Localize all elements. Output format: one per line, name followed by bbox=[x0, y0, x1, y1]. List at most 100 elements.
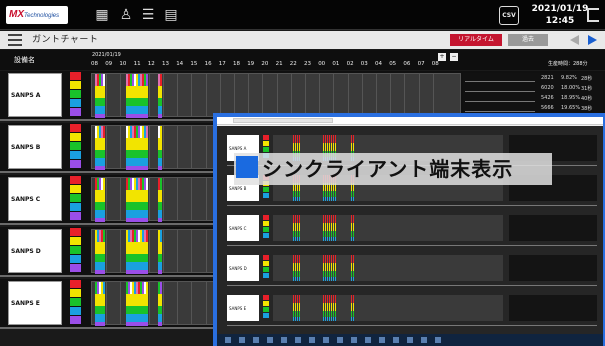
gantt-segment bbox=[323, 295, 324, 303]
gantt-segment bbox=[323, 197, 324, 201]
gantt-segment bbox=[327, 263, 328, 271]
taskbar-app-icon[interactable] bbox=[323, 337, 329, 343]
gantt-segment bbox=[297, 237, 298, 241]
taskbar-app-icon[interactable] bbox=[337, 337, 343, 343]
document-icon[interactable]: ▤ bbox=[163, 7, 179, 23]
machine-name[interactable]: SANPS D bbox=[8, 229, 62, 273]
taskbar-app-icon[interactable] bbox=[351, 337, 357, 343]
gantt-segment bbox=[103, 114, 105, 118]
taskbar-app-icon[interactable] bbox=[393, 337, 399, 343]
gantt-segment bbox=[353, 223, 354, 231]
gantt-segment bbox=[293, 143, 294, 151]
gantt-segment bbox=[299, 197, 300, 201]
gantt-segment bbox=[297, 143, 298, 151]
taskbar-app-icon[interactable] bbox=[379, 337, 385, 343]
gantt-segment bbox=[333, 143, 334, 151]
gantt-segment bbox=[160, 242, 162, 254]
grid-line bbox=[191, 74, 193, 116]
hour-tick: 14 bbox=[176, 61, 184, 67]
gantt-segment bbox=[327, 237, 328, 241]
taskbar-app-icon[interactable] bbox=[407, 337, 413, 343]
machine-name[interactable]: SANPS E bbox=[8, 281, 62, 325]
zoom-out-icon[interactable]: − bbox=[450, 53, 458, 61]
hour-tick: 07 bbox=[417, 61, 425, 67]
gantt-segment bbox=[351, 223, 352, 231]
machine-name[interactable]: SANPS A bbox=[8, 73, 62, 117]
gantt-segment bbox=[146, 126, 148, 138]
grid-line bbox=[148, 282, 150, 324]
gantt-segment bbox=[331, 303, 332, 311]
gantt-segment bbox=[160, 86, 162, 98]
taskbar-app-icon[interactable] bbox=[281, 337, 287, 343]
grid-line bbox=[106, 74, 108, 116]
machine-name[interactable]: SANPS B bbox=[8, 125, 62, 169]
status-light bbox=[70, 81, 81, 89]
csv-icon[interactable]: CSV bbox=[499, 6, 519, 25]
gantt-segment bbox=[353, 135, 354, 143]
status-light bbox=[70, 90, 81, 98]
gantt-segment bbox=[351, 263, 352, 271]
gantt-segment bbox=[103, 106, 105, 114]
grid-line bbox=[205, 178, 207, 220]
gantt-segment bbox=[160, 106, 162, 114]
grid-line bbox=[163, 74, 164, 116]
gantt-segment bbox=[335, 223, 336, 231]
machine-column-label: 設備名 bbox=[14, 56, 35, 64]
grid-line bbox=[333, 74, 335, 116]
taskbar-app-icon[interactable] bbox=[225, 337, 231, 343]
taskbar-app-icon[interactable] bbox=[365, 337, 371, 343]
gantt-segment bbox=[327, 295, 328, 303]
grid-line bbox=[177, 178, 179, 220]
gantt-segment bbox=[335, 197, 336, 201]
browser-address-bar[interactable] bbox=[233, 118, 333, 123]
gantt-segment bbox=[325, 317, 326, 321]
status-light bbox=[70, 280, 81, 288]
gantt-segment bbox=[333, 237, 334, 241]
logout-icon[interactable] bbox=[587, 8, 599, 22]
taskbar-app-icon[interactable] bbox=[267, 337, 273, 343]
hamburger-menu-icon[interactable] bbox=[8, 34, 22, 46]
gantt-segment bbox=[103, 202, 105, 210]
gantt-segment bbox=[335, 317, 336, 321]
hour-tick: 18 bbox=[233, 61, 240, 67]
previous-arrow-icon[interactable] bbox=[570, 35, 579, 45]
past-button[interactable]: 過去 bbox=[508, 34, 548, 46]
grid-line bbox=[290, 74, 292, 116]
gantt-segment bbox=[351, 143, 352, 151]
grid-line bbox=[376, 74, 377, 116]
taskbar-app-icon[interactable] bbox=[309, 337, 315, 343]
machine-name[interactable]: SANPS C bbox=[8, 177, 62, 221]
gantt-segment bbox=[323, 317, 324, 321]
thin-client-row: SANPS D bbox=[227, 252, 597, 286]
status-light bbox=[263, 147, 269, 152]
status-light bbox=[263, 135, 269, 140]
machine-icon[interactable]: ▦ bbox=[94, 7, 110, 23]
status-light bbox=[263, 215, 269, 220]
taskbar-app-icon[interactable] bbox=[421, 337, 427, 343]
list-icon[interactable]: ☰ bbox=[140, 7, 156, 23]
user-group-icon[interactable]: ♙ bbox=[118, 7, 134, 23]
taskbar-app-icon[interactable] bbox=[253, 337, 259, 343]
grid-line bbox=[177, 126, 179, 168]
zoom-in-icon[interactable]: + bbox=[438, 53, 446, 61]
gantt-segment bbox=[146, 74, 148, 86]
grid-line bbox=[205, 126, 207, 168]
gantt-segment bbox=[353, 263, 354, 271]
gantt-segment bbox=[351, 277, 352, 281]
gantt-segment bbox=[146, 218, 148, 222]
gantt-segment bbox=[327, 277, 328, 281]
realtime-button[interactable]: リアルタイム bbox=[450, 34, 502, 46]
taskbar-app-icon[interactable] bbox=[239, 337, 245, 343]
status-light bbox=[263, 307, 269, 312]
grid-line bbox=[106, 178, 108, 220]
stat-value: 19.65% bbox=[561, 105, 581, 111]
gantt-segment bbox=[299, 295, 300, 303]
hour-tick: 06 bbox=[403, 61, 411, 67]
gantt-segment bbox=[160, 202, 162, 210]
taskbar-app-icon[interactable] bbox=[295, 337, 301, 343]
next-arrow-icon[interactable] bbox=[588, 35, 597, 45]
gantt-segment bbox=[146, 322, 148, 326]
gantt-segment bbox=[295, 237, 296, 241]
gantt-segment bbox=[103, 166, 105, 170]
taskbar-app-icon[interactable] bbox=[435, 337, 441, 343]
